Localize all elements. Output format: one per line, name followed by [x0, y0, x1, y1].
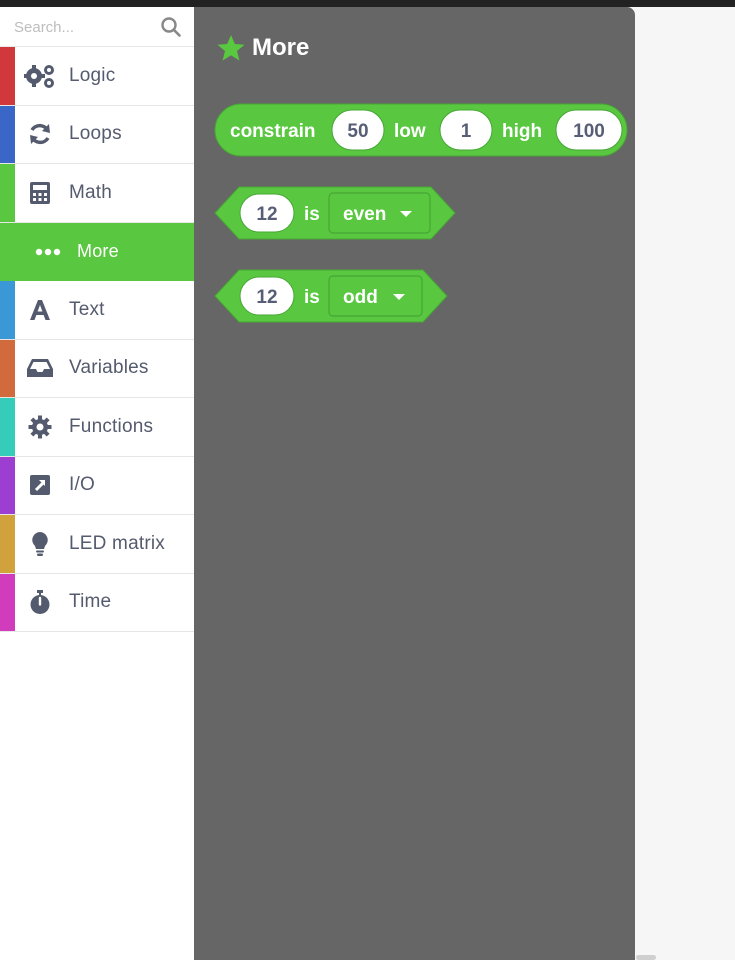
sidebar-item-label: More — [77, 241, 119, 262]
sidebar-item-label: Logic — [69, 64, 116, 86]
ellipsis-icon — [32, 239, 64, 265]
category-color-stripe — [0, 164, 15, 222]
search-box — [0, 7, 194, 47]
sidebar-item-label: Text — [69, 298, 105, 320]
sidebar-item-more[interactable]: More — [0, 222, 194, 281]
stopwatch-icon — [24, 589, 56, 615]
workspace-area[interactable] — [635, 7, 735, 960]
sidebar-item-label: Loops — [69, 123, 122, 145]
sidebar-item-label: I/O — [69, 474, 95, 496]
search-icon[interactable] — [160, 16, 182, 38]
parity-option-odd: odd — [343, 287, 378, 308]
category-color-stripe — [0, 515, 15, 573]
gears-icon — [24, 63, 56, 89]
lightbulb-icon — [24, 531, 56, 557]
category-color-stripe — [0, 47, 15, 105]
sidebar-item-loops[interactable]: Loops — [0, 105, 194, 164]
sidebar-item-functions[interactable]: Functions — [0, 398, 194, 457]
constrain-block[interactable]: constrain 50 low 1 high 100 — [214, 103, 628, 157]
sidebar-item-label: Variables — [69, 357, 149, 379]
sidebar-item-label: Time — [69, 591, 112, 613]
sidebar-item-math[interactable]: Math — [0, 164, 194, 223]
parity-dropdown-odd[interactable]: odd — [328, 275, 423, 317]
is-even-block[interactable]: 12 is even — [214, 186, 456, 240]
category-color-stripe — [0, 573, 15, 631]
constrain-label: constrain — [230, 121, 316, 142]
sidebar-item-led-matrix[interactable]: LED matrix — [0, 515, 194, 574]
horizontal-scrollbar[interactable] — [636, 955, 656, 960]
sidebar-item-time[interactable]: Time — [0, 573, 194, 632]
sidebar-item-label: Functions — [69, 415, 154, 437]
odd-number-value: 12 — [256, 287, 277, 308]
external-arrow-icon — [24, 472, 56, 498]
text-icon — [24, 297, 56, 323]
window-top-bar — [0, 0, 735, 7]
sidebar-item-text[interactable]: Text — [0, 281, 194, 340]
low-label: low — [394, 121, 426, 142]
parity-dropdown-even[interactable]: even — [328, 192, 431, 234]
even-number-value: 12 — [256, 204, 277, 225]
toolbox-sidebar: Logic Loops — [0, 7, 194, 960]
constrain-high-value: 100 — [573, 121, 605, 142]
inbox-icon — [24, 355, 56, 381]
constrain-low-value: 1 — [461, 121, 472, 142]
sidebar-item-label: Math — [69, 181, 113, 203]
category-color-stripe — [0, 105, 15, 163]
category-color-stripe — [0, 398, 15, 456]
is-odd-block[interactable]: 12 is odd — [214, 269, 448, 323]
high-label: high — [502, 121, 542, 142]
even-number-input[interactable]: 12 — [239, 193, 295, 233]
sidebar-item-logic[interactable]: Logic — [0, 47, 194, 106]
sidebar-item-io[interactable]: I/O — [0, 456, 194, 515]
is-label: is — [304, 204, 320, 225]
refresh-icon — [24, 121, 56, 147]
search-input[interactable] — [0, 7, 160, 47]
category-color-stripe — [0, 456, 15, 514]
calculator-icon — [24, 180, 56, 206]
constrain-value: 50 — [347, 121, 368, 142]
odd-number-input[interactable]: 12 — [239, 276, 295, 316]
blocks-flyout: More constrain 50 low 1 high 100 12 is e… — [194, 7, 635, 960]
category-color-stripe — [0, 281, 15, 339]
category-color-stripe — [0, 339, 15, 397]
sidebar-item-label: LED matrix — [69, 532, 165, 554]
flyout-block-canvas: constrain 50 low 1 high 100 12 is even 1… — [214, 103, 628, 323]
parity-option-even: even — [343, 204, 386, 225]
sidebar-item-variables[interactable]: Variables — [0, 339, 194, 398]
is-label: is — [304, 287, 320, 308]
constrain-low-input[interactable]: 1 — [439, 109, 493, 151]
constrain-value-input[interactable]: 50 — [331, 109, 385, 151]
constrain-high-input[interactable]: 100 — [555, 109, 623, 151]
cog-icon — [24, 414, 56, 440]
